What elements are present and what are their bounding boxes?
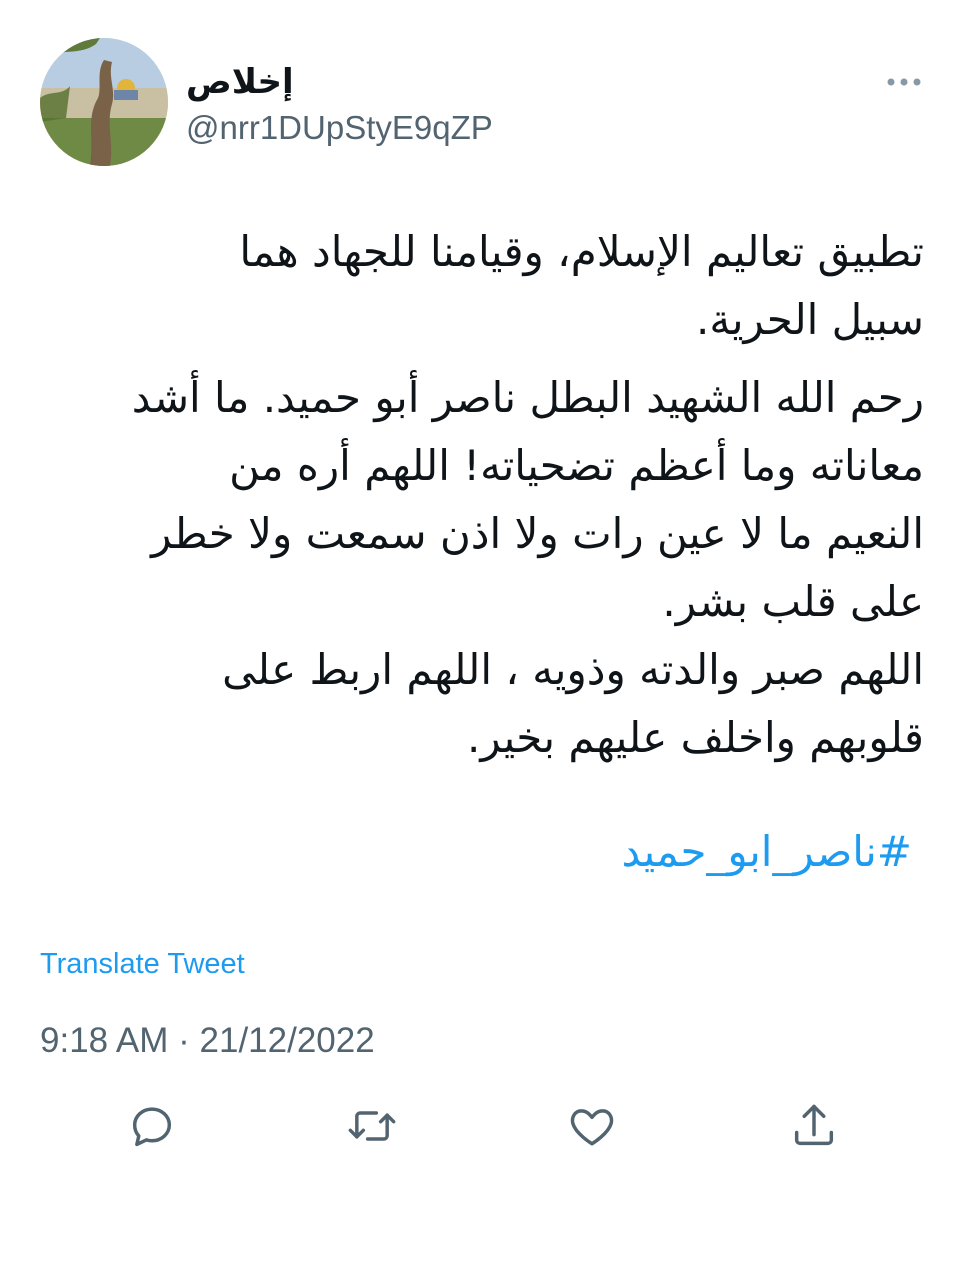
retweet-icon[interactable] <box>346 1100 398 1152</box>
avatar-image <box>40 38 168 166</box>
tweet-timestamp[interactable]: 9:18 AM · 21/12/2022 <box>40 1020 375 1062</box>
user-handle[interactable]: @nrr1DUpStyE9qZP <box>186 108 493 148</box>
tweet-paragraph: تطبيق تعاليم الإسلام، وقيامنا للجهاد هما… <box>239 227 924 344</box>
translate-tweet-link[interactable]: Translate Tweet <box>40 946 245 982</box>
more-dots-icon[interactable] <box>884 70 924 94</box>
heart-icon[interactable] <box>566 1100 618 1152</box>
reply-icon[interactable] <box>126 1100 178 1152</box>
avatar[interactable] <box>40 38 168 166</box>
tweet-text: تطبيق تعاليم الإسلام، وقيامنا للجهاد هما… <box>36 218 924 772</box>
display-name[interactable]: إخلاص <box>186 62 294 102</box>
share-icon[interactable] <box>788 1100 840 1152</box>
hashtag-link[interactable]: #ناصر_ابو_حميد <box>621 818 912 886</box>
tweet-paragraph: رحم الله الشهيد البطل ناصر أبو حميد. ما … <box>131 373 924 762</box>
